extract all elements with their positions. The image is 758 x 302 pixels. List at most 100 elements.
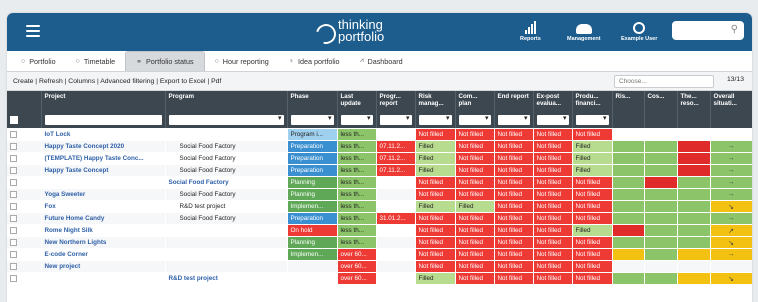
project-filter-input[interactable] — [44, 115, 162, 125]
column-header[interactable]: Ris... — [612, 91, 645, 112]
row-checkbox[interactable] — [10, 166, 17, 174]
overall-trend-cell: ↘ — [710, 272, 752, 285]
prod-status-cell: Not filled — [572, 272, 613, 285]
column-filter-select[interactable] — [497, 114, 530, 125]
table-row[interactable]: Social Food Factory Planning less th... Not… — [7, 176, 752, 189]
ex-status-cell: Not filled — [533, 212, 573, 225]
column-header[interactable]: Program — [165, 91, 288, 112]
project-cell[interactable] — [41, 272, 166, 285]
toolbar-links[interactable]: Create | Refresh | Columns | Advanced fi… — [13, 78, 221, 85]
project-cell[interactable]: Yoga Sweeter — [41, 188, 166, 201]
logo-ring-icon — [312, 20, 340, 48]
project-cell[interactable]: Fox — [41, 200, 166, 213]
column-filter-select[interactable] — [340, 114, 373, 125]
select-all-checkbox[interactable] — [10, 116, 18, 124]
column-filter-select[interactable] — [290, 114, 334, 125]
table-row[interactable]: E-code Corner Implemen... over 60... Not fi… — [7, 248, 752, 261]
program-cell[interactable]: Social Food Factory — [165, 176, 288, 189]
row-checkbox[interactable] — [10, 130, 17, 138]
tab-portfolio[interactable]: ○ Portfolio — [11, 51, 66, 71]
logo[interactable]: thinking portfolio — [312, 18, 384, 48]
column-header[interactable]: Com... plan — [455, 91, 495, 112]
row-checkbox[interactable] — [10, 274, 17, 282]
row-checkbox[interactable] — [10, 178, 17, 186]
project-cell[interactable]: New project — [41, 260, 166, 273]
tab-idea-portfolio[interactable]: ♀ Idea portfolio — [279, 51, 350, 71]
program-cell[interactable]: R&D test project — [165, 272, 288, 285]
table-row[interactable]: Yoga Sweeter Social Food Factory Planning l… — [7, 188, 752, 201]
table-row[interactable]: New project over 60... Not filled Not fille… — [7, 260, 752, 273]
column-header[interactable]: End report — [494, 91, 534, 112]
row-checkbox[interactable] — [10, 142, 17, 150]
ris-status-cell — [612, 128, 645, 141]
phase-status-cell — [287, 272, 338, 285]
table-row[interactable]: IoT Lock Program i... less th... Not filled… — [7, 128, 752, 141]
project-cell[interactable]: IoT Lock — [41, 128, 166, 141]
tab-timetable[interactable]: ○ Timetable — [66, 51, 126, 71]
end-status-cell: Not filled — [494, 272, 534, 285]
row-checkbox[interactable] — [10, 154, 17, 162]
user-button[interactable]: Example User — [621, 19, 657, 42]
project-cell[interactable]: Happy Taste Concept — [41, 164, 166, 177]
tab-portfolio-status[interactable]: ⚭ Portfolio status — [125, 51, 205, 71]
project-cell[interactable]: E-code Corner — [41, 248, 166, 261]
table-row[interactable]: Fox R&D test project Implemen... less th...… — [7, 200, 752, 213]
table-row[interactable]: Happy Taste Concept Social Food Factory Pr… — [7, 164, 752, 177]
table-row[interactable]: Future Home Candy Social Food Factory Prep… — [7, 212, 752, 225]
column-filter-select[interactable] — [458, 114, 491, 125]
last-status-cell: less th... — [337, 176, 377, 189]
row-checkbox[interactable] — [10, 214, 17, 222]
column-filter-select[interactable] — [575, 114, 609, 125]
column-header[interactable]: Cos... — [644, 91, 678, 112]
search-input[interactable]: ⚲ — [672, 21, 744, 40]
row-checkbox[interactable] — [10, 202, 17, 210]
risk-status-cell: Filled — [415, 152, 456, 165]
column-header[interactable]: Project — [41, 91, 166, 112]
row-checkbox[interactable] — [10, 262, 17, 270]
project-cell[interactable]: (TEMPLATE) Happy Taste Conc... — [41, 152, 166, 165]
the-status-cell — [677, 176, 711, 189]
prod-status-cell: Not filled — [572, 236, 613, 249]
row-checkbox[interactable] — [10, 238, 17, 246]
tab-dashboard[interactable]: ⩘ Dashboard — [350, 51, 413, 71]
program-cell: Social Food Factory — [165, 188, 288, 201]
row-checkbox[interactable] — [10, 190, 17, 198]
column-header[interactable]: Phase — [287, 91, 338, 112]
column-filter-select[interactable] — [168, 114, 284, 125]
table-row[interactable]: Happy Taste Concept 2020 Social Food Fact… — [7, 140, 752, 153]
the-status-cell — [677, 248, 711, 261]
project-cell[interactable]: New Northern Lights — [41, 236, 166, 249]
row-checkbox[interactable] — [10, 226, 17, 234]
cos-status-cell — [644, 272, 678, 285]
tab-hour-reporting[interactable]: ○ Hour reporting — [205, 51, 279, 71]
column-header[interactable]: Produ... financi... — [572, 91, 613, 112]
menu-icon[interactable] — [26, 25, 40, 40]
column-filter-select[interactable] — [418, 114, 452, 125]
column-header[interactable]: The... reso... — [677, 91, 711, 112]
project-cell[interactable]: Rome Night Silk — [41, 224, 166, 237]
column-header[interactable]: Risk manag... — [415, 91, 456, 112]
project-cell[interactable]: Future Home Candy — [41, 212, 166, 225]
management-button[interactable]: Management — [567, 19, 601, 42]
project-cell[interactable] — [41, 176, 166, 189]
last-status-cell: less th... — [337, 224, 377, 237]
table-row[interactable]: R&D test project over 60... Filled Not fill… — [7, 272, 752, 285]
table-row[interactable]: New Northern Lights Planning less th... Not… — [7, 236, 752, 249]
cos-status-cell — [644, 140, 678, 153]
last-status-cell: over 60... — [337, 260, 377, 273]
project-cell[interactable]: Happy Taste Concept 2020 — [41, 140, 166, 153]
column-header[interactable]: Last update — [337, 91, 377, 112]
overall-trend-cell: ↘ — [710, 236, 752, 249]
column-header[interactable]: Overall situati... — [710, 91, 752, 112]
table-row[interactable]: Rome Night Silk On hold less th... Not fill… — [7, 224, 752, 237]
table-row[interactable]: (TEMPLATE) Happy Taste Conc... Social Foo… — [7, 152, 752, 165]
reports-button[interactable]: Reports — [520, 19, 541, 42]
select-column-header[interactable] — [7, 91, 42, 112]
choose-select[interactable]: Choose... — [614, 75, 714, 88]
column-filter-select[interactable] — [536, 114, 569, 125]
row-checkbox[interactable] — [10, 250, 17, 258]
column-header[interactable]: Progr... report — [376, 91, 416, 112]
column-filter-select[interactable] — [379, 114, 412, 125]
ris-status-cell — [612, 140, 645, 153]
column-header[interactable]: Ex-post evalua... — [533, 91, 573, 112]
